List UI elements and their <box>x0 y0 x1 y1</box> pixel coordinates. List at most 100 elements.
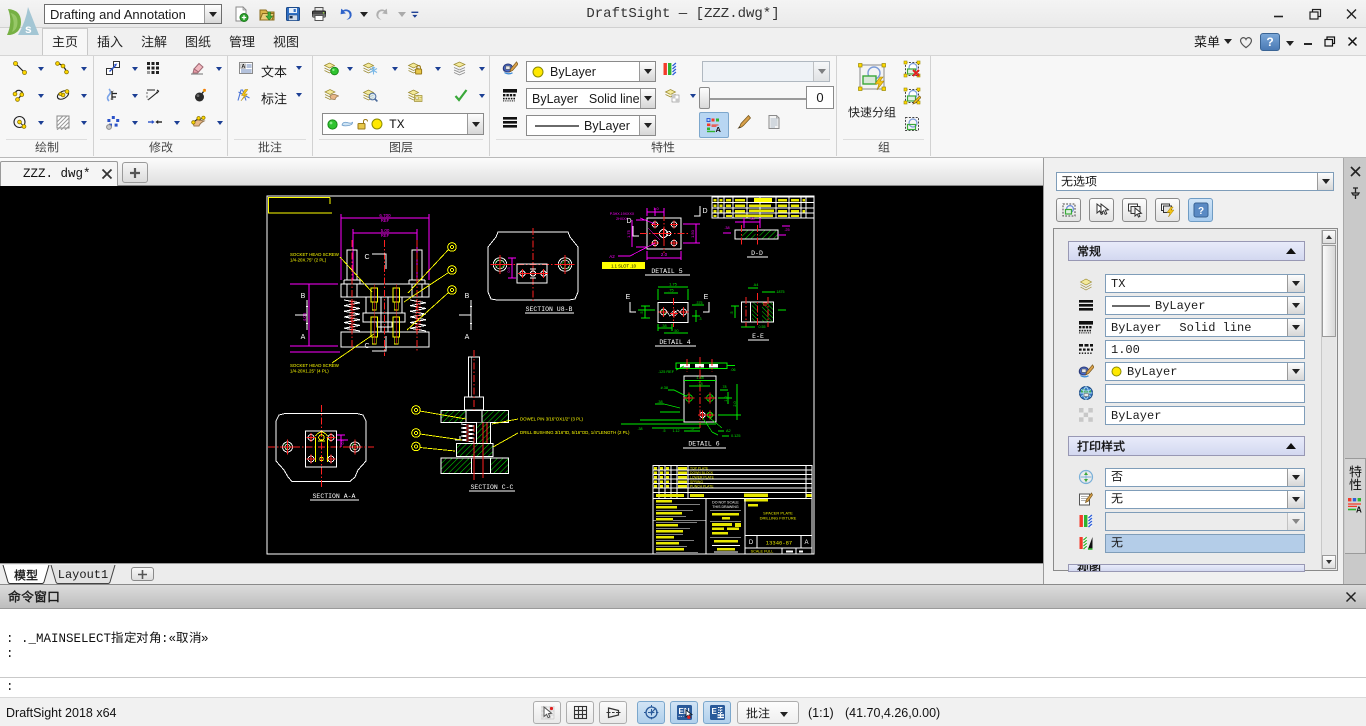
snap-toggle-button[interactable] <box>533 701 561 724</box>
row-field-layer[interactable]: TX <box>1105 274 1305 293</box>
hatch-tool[interactable] <box>55 114 71 130</box>
linetype-icon[interactable] <box>502 114 518 130</box>
erase-tool-dropdown[interactable] <box>214 64 224 74</box>
snap-toggle-icon[interactable] <box>539 704 556 721</box>
linecolor-icon[interactable] <box>662 61 678 77</box>
layer-state-tool[interactable] <box>323 60 339 76</box>
palette-close-icon[interactable] <box>1348 164 1363 179</box>
ortho-toggle-icon[interactable] <box>605 704 622 721</box>
printstyle-dropdown[interactable] <box>813 62 829 81</box>
circle-tool-icon[interactable] <box>12 114 28 130</box>
printstyle-combo[interactable] <box>702 61 830 82</box>
format-painter-button[interactable] <box>735 114 751 130</box>
doc-restore-button[interactable] <box>1322 34 1338 50</box>
polyline-tool-icon[interactable] <box>12 87 28 103</box>
row-dropdown-color[interactable] <box>1287 363 1304 380</box>
linetype-dropdown[interactable] <box>639 116 655 135</box>
heart-icon[interactable] <box>1238 34 1254 50</box>
select-entities-icon[interactable] <box>1127 202 1143 218</box>
row-field-lineweight[interactable]: ByLayerSolid line <box>1105 318 1305 337</box>
hatch-tool-icon[interactable] <box>55 114 71 130</box>
lineweight-tool[interactable] <box>502 87 518 103</box>
lineweight-combo[interactable]: ByLayer Solid line <box>526 88 656 109</box>
grips-tool[interactable] <box>190 114 206 130</box>
layer-preview-tool[interactable] <box>362 87 378 103</box>
hatch-tool-dropdown[interactable] <box>79 118 89 128</box>
line-tool-dropdown[interactable] <box>36 64 46 74</box>
dimension-tool[interactable] <box>236 87 252 103</box>
row-field-transparency[interactable]: ByLayer <box>1105 406 1305 425</box>
text-tool-label[interactable] <box>261 64 287 79</box>
sheet-tab-layout1[interactable]: Layout1 <box>50 565 116 584</box>
transparency-tool[interactable] <box>664 87 680 103</box>
quick-select-button[interactable] <box>1155 198 1180 222</box>
pattern-tool[interactable] <box>145 60 161 76</box>
etrack-toggle-button[interactable]: E <box>703 701 731 724</box>
layer-combo[interactable]: TX <box>322 113 484 135</box>
selection-combo-dropdown[interactable] <box>1317 173 1333 190</box>
pattern-icon[interactable] <box>145 60 161 76</box>
close-button[interactable] <box>1338 4 1364 24</box>
stretch-tool[interactable] <box>105 87 121 103</box>
edit-group-button[interactable] <box>903 87 921 105</box>
color-tool-icon[interactable] <box>502 60 518 76</box>
points-tool-dropdown[interactable] <box>130 118 140 128</box>
ok-check-icon[interactable] <box>453 87 469 103</box>
lineweight-icon[interactable] <box>502 87 518 103</box>
polyline-tool[interactable] <box>12 87 28 103</box>
help-dropdown[interactable] <box>1286 34 1294 49</box>
row-dropdown-print-scale[interactable] <box>1287 469 1304 486</box>
quick-group-button[interactable] <box>857 62 887 92</box>
stretch-tool-dropdown[interactable] <box>130 91 140 101</box>
layers-icon[interactable] <box>452 60 468 76</box>
linetype-tool[interactable] <box>502 114 518 130</box>
layer-freeze-tool-dropdown[interactable] <box>390 64 400 74</box>
row-dropdown-print-style[interactable] <box>1287 491 1304 508</box>
transparency-slider-track[interactable] <box>708 98 813 100</box>
row-field-print-style[interactable] <box>1105 490 1305 509</box>
transparency-tool-dropdown[interactable] <box>688 91 698 101</box>
command-window-titlebar[interactable] <box>0 585 1366 609</box>
sheet-tab-model[interactable] <box>2 565 50 584</box>
ellipse-tool[interactable] <box>55 87 71 103</box>
annotation-scale-combo[interactable] <box>737 701 799 724</box>
cad-drawing[interactable]: 6.700REF5.00REF4.05CCBABASOCKET HEAD SCR… <box>0 186 1043 563</box>
save-button[interactable] <box>280 2 306 26</box>
properties-doc-icon[interactable] <box>766 114 782 130</box>
points-icon[interactable] <box>105 114 121 130</box>
palette-close-button[interactable] <box>1348 164 1363 179</box>
doc-minimize-button[interactable] <box>1300 34 1316 50</box>
print-table-icon[interactable] <box>1078 535 1094 551</box>
layers-tool-dropdown[interactable] <box>477 64 487 74</box>
layer-state-icon[interactable] <box>323 60 339 76</box>
help-button[interactable]: ? <box>1260 33 1280 51</box>
restore-button[interactable] <box>1302 4 1328 24</box>
layer-freeze-tool[interactable] <box>362 60 378 76</box>
ribbon-tab-2[interactable] <box>132 28 176 55</box>
row-dropdown-lineweight[interactable] <box>1287 319 1304 336</box>
palette-pin-button[interactable] <box>1348 186 1363 202</box>
trim-icon[interactable] <box>145 87 161 103</box>
join-tool-dropdown[interactable] <box>172 118 182 128</box>
erase-tool[interactable] <box>189 60 205 76</box>
erase-icon[interactable] <box>189 60 205 76</box>
trim-tool[interactable] <box>145 87 161 103</box>
print-scale-icon[interactable] <box>1078 469 1094 485</box>
linetype-icon[interactable] <box>1078 297 1094 313</box>
arc-tool-icon[interactable] <box>55 60 71 76</box>
drawing-canvas[interactable]: 6.700REF5.00REF4.05CCBABASOCKET HEAD SCR… <box>0 186 1043 563</box>
quick-group-icon[interactable] <box>858 63 886 91</box>
select-settings-icon[interactable] <box>1061 202 1077 218</box>
select-entities-button[interactable] <box>1122 198 1147 222</box>
layer-state-tool-dropdown[interactable] <box>345 64 355 74</box>
layer-manager-tool[interactable] <box>407 87 423 103</box>
minimize-button[interactable] <box>1266 4 1292 24</box>
linecolor-combo[interactable]: ByLayer <box>526 61 656 82</box>
palette-scrollbar[interactable] <box>1321 230 1336 569</box>
join-tool[interactable] <box>147 114 163 130</box>
grips-tool-dropdown[interactable] <box>215 118 225 128</box>
row-field-linetype-scale[interactable]: 1.00 <box>1105 340 1305 359</box>
format-painter-icon[interactable] <box>735 114 751 130</box>
esnap-toggle-button[interactable]: EN <box>670 701 698 724</box>
polar-toggle-button[interactable] <box>637 701 665 724</box>
